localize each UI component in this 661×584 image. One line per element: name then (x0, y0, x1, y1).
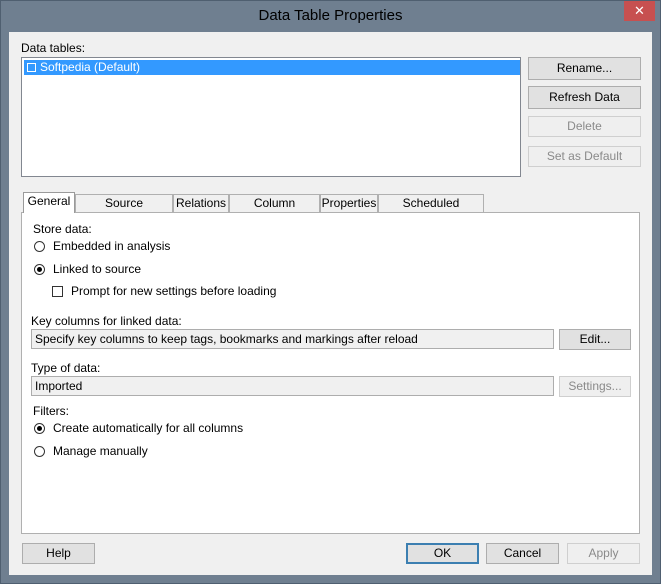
ok-button[interactable]: OK (406, 543, 479, 564)
key-columns-field[interactable]: Specify key columns to keep tags, bookma… (31, 329, 554, 349)
filters-label: Filters: (33, 404, 69, 418)
radio-selected-dot (37, 426, 42, 431)
settings-button[interactable]: Settings... (559, 376, 631, 397)
manage-manually-label: Manage manually (53, 444, 148, 458)
prompt-settings-checkbox[interactable] (52, 286, 63, 297)
tab-source-information[interactable]: Source Information (75, 194, 173, 227)
set-as-default-button[interactable]: Set as Default (528, 146, 641, 167)
create-automatically-label: Create automatically for all columns (53, 421, 244, 435)
rename-button[interactable]: Rename... (528, 57, 641, 80)
type-of-data-field[interactable]: Imported (31, 376, 554, 396)
key-columns-label: Key columns for linked data: (31, 314, 182, 328)
linked-radio[interactable] (34, 264, 45, 275)
apply-button[interactable]: Apply (567, 543, 640, 564)
close-button[interactable]: ✕ (624, 1, 655, 21)
tab-properties[interactable]: Properties (320, 194, 378, 212)
list-item[interactable]: Softpedia (Default) (24, 60, 520, 75)
manage-manually-radio[interactable] (34, 446, 45, 457)
linked-label: Linked to source (53, 262, 142, 276)
embedded-label: Embedded in analysis (53, 239, 171, 253)
data-tables-label: Data tables: (21, 41, 86, 55)
delete-button[interactable]: Delete (528, 116, 641, 137)
prompt-settings-label: Prompt for new settings before loading (71, 284, 277, 298)
refresh-data-button[interactable]: Refresh Data (528, 86, 641, 109)
data-tables-list[interactable]: Softpedia (Default) (21, 57, 521, 177)
embedded-radio[interactable] (34, 241, 45, 252)
dialog-window: Data Table Properties ✕ Data tables: Sof… (0, 0, 661, 584)
create-automatically-radio[interactable] (34, 423, 45, 434)
type-of-data-label: Type of data: (31, 361, 101, 375)
tab-relations[interactable]: Relations (173, 194, 229, 212)
close-icon: ✕ (634, 3, 645, 18)
cancel-button[interactable]: Cancel (486, 543, 559, 564)
radio-selected-dot (37, 267, 42, 272)
edit-button[interactable]: Edit... (559, 329, 631, 350)
tab-general[interactable]: General (23, 192, 75, 213)
checkbox-icon[interactable] (27, 63, 36, 72)
general-tab-panel: Store data: Embedded in analysis Linked … (21, 212, 640, 534)
title-bar[interactable]: Data Table Properties ✕ (1, 1, 660, 31)
list-item-label: Softpedia (Default) (40, 60, 141, 74)
tab-scheduled-updates[interactable]: Scheduled Updates (378, 194, 484, 227)
dialog-client-area: Data tables: Softpedia (Default) Rename.… (9, 32, 652, 575)
window-title: Data Table Properties (258, 7, 403, 24)
store-data-label: Store data: (33, 222, 92, 236)
help-button[interactable]: Help (22, 543, 95, 564)
tab-column-matches[interactable]: Column Matches (229, 194, 320, 227)
